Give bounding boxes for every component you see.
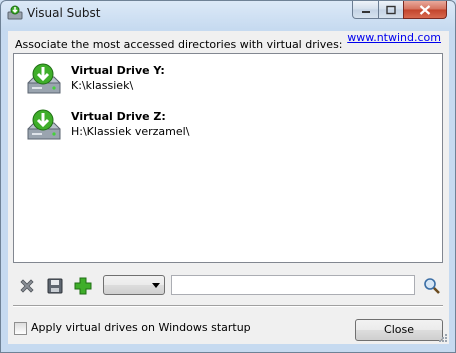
website-link[interactable]: www.ntwind.com	[347, 31, 441, 44]
drive-letter-select[interactable]	[103, 275, 165, 295]
drive-title: Virtual Drive Y:	[71, 64, 165, 77]
list-item[interactable]: Virtual Drive Y: K:\klassiek\	[14, 60, 442, 106]
maximize-button[interactable]	[378, 1, 404, 19]
list-item[interactable]: Virtual Drive Z: H:\Klassiek verzamel\	[14, 106, 442, 152]
minimize-button[interactable]	[352, 1, 379, 19]
browse-icon[interactable]	[423, 277, 441, 295]
close-button[interactable]: Close	[355, 319, 443, 341]
drive-path: H:\Klassiek verzamel\	[71, 125, 190, 138]
close-window-button[interactable]	[403, 1, 447, 19]
drive-icon	[27, 63, 61, 94]
app-icon	[7, 5, 23, 20]
add-icon[interactable]	[74, 277, 92, 295]
chevron-down-icon	[152, 283, 160, 288]
delete-icon[interactable]	[18, 277, 36, 295]
path-input[interactable]	[171, 275, 415, 295]
title-bar[interactable]: Visual Subst	[1, 1, 455, 25]
save-icon[interactable]	[46, 277, 64, 295]
minimize-icon	[361, 10, 370, 13]
divider	[13, 305, 443, 307]
drive-list[interactable]: Virtual Drive Y: K:\klassiek\ Virtual Dr…	[13, 53, 443, 263]
toolbar	[8, 273, 449, 299]
close-icon	[419, 4, 431, 15]
client-area: Associate the most accessed directories …	[8, 31, 449, 344]
main-window: Visual Subst Associate the most accessed…	[0, 0, 456, 353]
startup-label: Apply virtual drives on Windows startup	[31, 321, 251, 334]
instruction-label: Associate the most accessed directories …	[15, 38, 343, 51]
startup-checkbox[interactable]	[14, 322, 27, 335]
maximize-icon	[386, 5, 396, 14]
drive-title: Virtual Drive Z:	[71, 110, 166, 123]
window-title: Visual Subst	[27, 6, 101, 20]
drive-path: K:\klassiek\	[71, 79, 134, 92]
drive-icon	[27, 109, 61, 140]
resize-grip-icon[interactable]	[438, 333, 448, 343]
